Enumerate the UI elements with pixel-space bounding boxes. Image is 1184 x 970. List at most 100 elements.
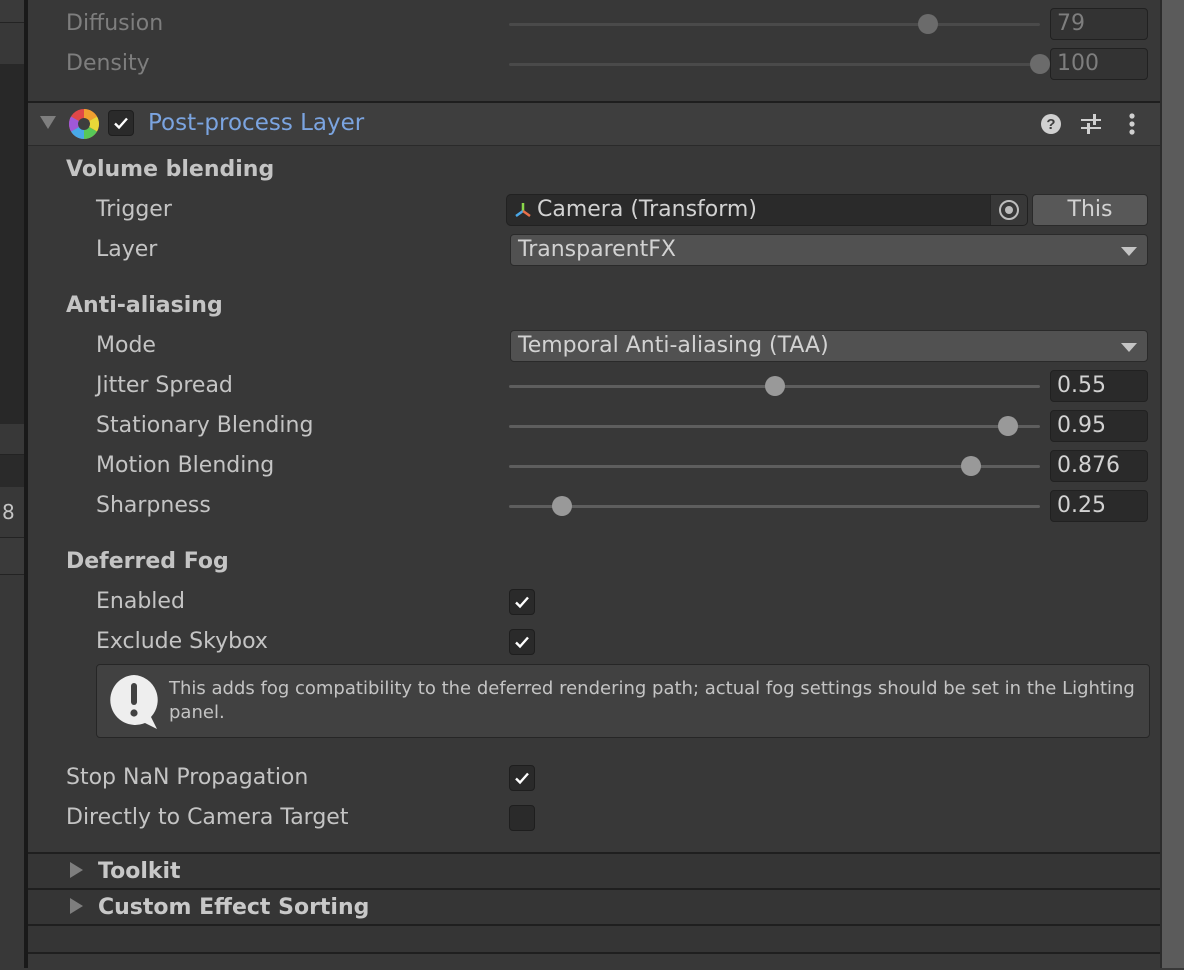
empty-section	[28, 924, 1160, 954]
diffusion-label: Diffusion	[66, 11, 164, 36]
volume-blending-header-row: Volume blending	[28, 150, 1160, 190]
mode-row: Mode Temporal Anti-aliasing (TAA)	[28, 326, 1160, 366]
slider-knob[interactable]	[764, 376, 785, 396]
stop-nan-row: Stop NaN Propagation	[28, 758, 1160, 798]
trigger-object-field[interactable]: Camera (Transform)	[506, 194, 1028, 226]
direct-to-camera-label: Directly to Camera Target	[66, 805, 349, 830]
component-title: Post-process Layer	[148, 110, 365, 136]
checkmark-icon	[114, 117, 128, 130]
direct-to-camera-row: Directly to Camera Target	[28, 798, 1160, 838]
checkmark-icon	[515, 772, 529, 785]
anti-aliasing-header: Anti-aliasing	[66, 293, 223, 318]
toolkit-label: Toolkit	[98, 859, 181, 884]
jitter-spread-row: Jitter Spread 0.55	[28, 366, 1160, 406]
left-panel-value-text: 8	[2, 500, 15, 524]
slider-knob[interactable]	[552, 496, 573, 516]
diffusion-slider[interactable]	[509, 14, 1040, 34]
exclude-skybox-row: Exclude Skybox	[28, 622, 1160, 662]
motion-blending-slider[interactable]	[509, 456, 1040, 476]
diffusion-row: Diffusion 79	[28, 4, 1160, 44]
stationary-blending-label: Stationary Blending	[96, 413, 314, 438]
slider-knob[interactable]	[1030, 54, 1050, 74]
empty-section	[28, 952, 1160, 970]
density-row: Density 100	[28, 44, 1160, 84]
info-icon	[110, 675, 158, 729]
expand-arrow-icon	[70, 862, 83, 878]
slider-knob[interactable]	[918, 14, 939, 34]
layer-value: TransparentFX	[518, 237, 676, 262]
sharpness-slider[interactable]	[509, 496, 1040, 516]
motion-blending-label: Motion Blending	[96, 453, 275, 478]
deferred-fog-header-row: Deferred Fog	[28, 542, 1160, 582]
left-panel-value: 8	[0, 488, 24, 536]
component-enabled-checkbox[interactable]	[108, 110, 134, 136]
stop-nan-checkbox[interactable]	[509, 765, 535, 791]
fog-enabled-label: Enabled	[96, 589, 185, 614]
mode-value: Temporal Anti-aliasing (TAA)	[518, 333, 829, 358]
exclude-skybox-checkbox[interactable]	[509, 629, 535, 655]
scrollbar[interactable]	[1160, 0, 1184, 968]
motion-blending-field[interactable]: 0.876	[1050, 450, 1148, 482]
slider-knob[interactable]	[998, 416, 1019, 436]
expand-arrow-icon	[70, 898, 83, 914]
trigger-row: Trigger Camera (Transform) This	[28, 190, 1160, 230]
mode-label: Mode	[96, 333, 156, 358]
sharpness-row: Sharpness 0.25	[28, 486, 1160, 526]
chevron-down-icon	[1121, 247, 1137, 256]
custom-effect-sorting-foldout[interactable]: Custom Effect Sorting	[28, 888, 1160, 924]
svg-text:?: ?	[1046, 116, 1055, 133]
object-picker-dot	[1005, 206, 1013, 214]
custom-effect-sorting-label: Custom Effect Sorting	[98, 895, 370, 920]
help-text: This adds fog compatibility to the defer…	[169, 678, 1135, 723]
object-picker-button[interactable]	[990, 195, 1027, 225]
help-box: This adds fog compatibility to the defer…	[96, 664, 1150, 738]
trigger-value: Camera (Transform)	[537, 197, 757, 222]
density-slider[interactable]	[509, 54, 1050, 74]
checkmark-icon	[515, 596, 529, 609]
component-header[interactable]: Post-process Layer ?	[28, 101, 1160, 146]
toolkit-foldout[interactable]: Toolkit	[28, 852, 1160, 888]
diffusion-field[interactable]: 79	[1050, 8, 1148, 40]
presets-icon[interactable]	[1080, 113, 1104, 135]
layer-label: Layer	[96, 237, 158, 262]
more-menu-icon[interactable]	[1126, 112, 1138, 136]
left-panel-area	[0, 64, 24, 424]
checkmark-icon	[515, 636, 529, 649]
jitter-spread-field[interactable]: 0.55	[1050, 370, 1148, 402]
collapse-arrow-icon[interactable]	[40, 116, 56, 129]
volume-blending-header: Volume blending	[66, 157, 275, 182]
left-panel-row	[0, 23, 24, 63]
left-panel-row	[0, 424, 24, 455]
post-process-icon	[68, 109, 100, 139]
stationary-blending-slider[interactable]	[509, 416, 1040, 436]
left-panel-row	[0, 455, 24, 487]
this-button[interactable]: This	[1032, 194, 1148, 226]
left-panel-row	[0, 537, 24, 575]
motion-blending-row: Motion Blending 0.876	[28, 446, 1160, 486]
direct-to-camera-checkbox[interactable]	[509, 805, 535, 831]
fog-enabled-checkbox[interactable]	[509, 589, 535, 615]
stationary-blending-row: Stationary Blending 0.95	[28, 406, 1160, 446]
mode-dropdown[interactable]: Temporal Anti-aliasing (TAA)	[510, 330, 1148, 362]
chevron-down-icon	[1121, 343, 1137, 352]
layer-row: Layer TransparentFX	[28, 230, 1160, 270]
jitter-spread-label: Jitter Spread	[96, 373, 233, 398]
exclude-skybox-label: Exclude Skybox	[96, 629, 268, 654]
left-panel-row	[0, 0, 24, 23]
slider-knob[interactable]	[960, 456, 981, 476]
density-label: Density	[66, 51, 150, 76]
sharpness-field[interactable]: 0.25	[1050, 490, 1148, 522]
fog-enabled-row: Enabled	[28, 582, 1160, 622]
sharpness-label: Sharpness	[96, 493, 211, 518]
stationary-blending-field[interactable]: 0.95	[1050, 410, 1148, 442]
stop-nan-label: Stop NaN Propagation	[66, 765, 309, 790]
left-panel: 8	[0, 0, 24, 968]
help-icon[interactable]: ?	[1040, 113, 1062, 135]
trigger-label: Trigger	[96, 197, 172, 222]
anti-aliasing-header-row: Anti-aliasing	[28, 286, 1160, 326]
layer-dropdown[interactable]: TransparentFX	[510, 234, 1148, 266]
density-field[interactable]: 100	[1050, 48, 1148, 80]
deferred-fog-header: Deferred Fog	[66, 549, 229, 574]
jitter-spread-slider[interactable]	[509, 376, 1040, 396]
transform-icon	[515, 203, 531, 218]
